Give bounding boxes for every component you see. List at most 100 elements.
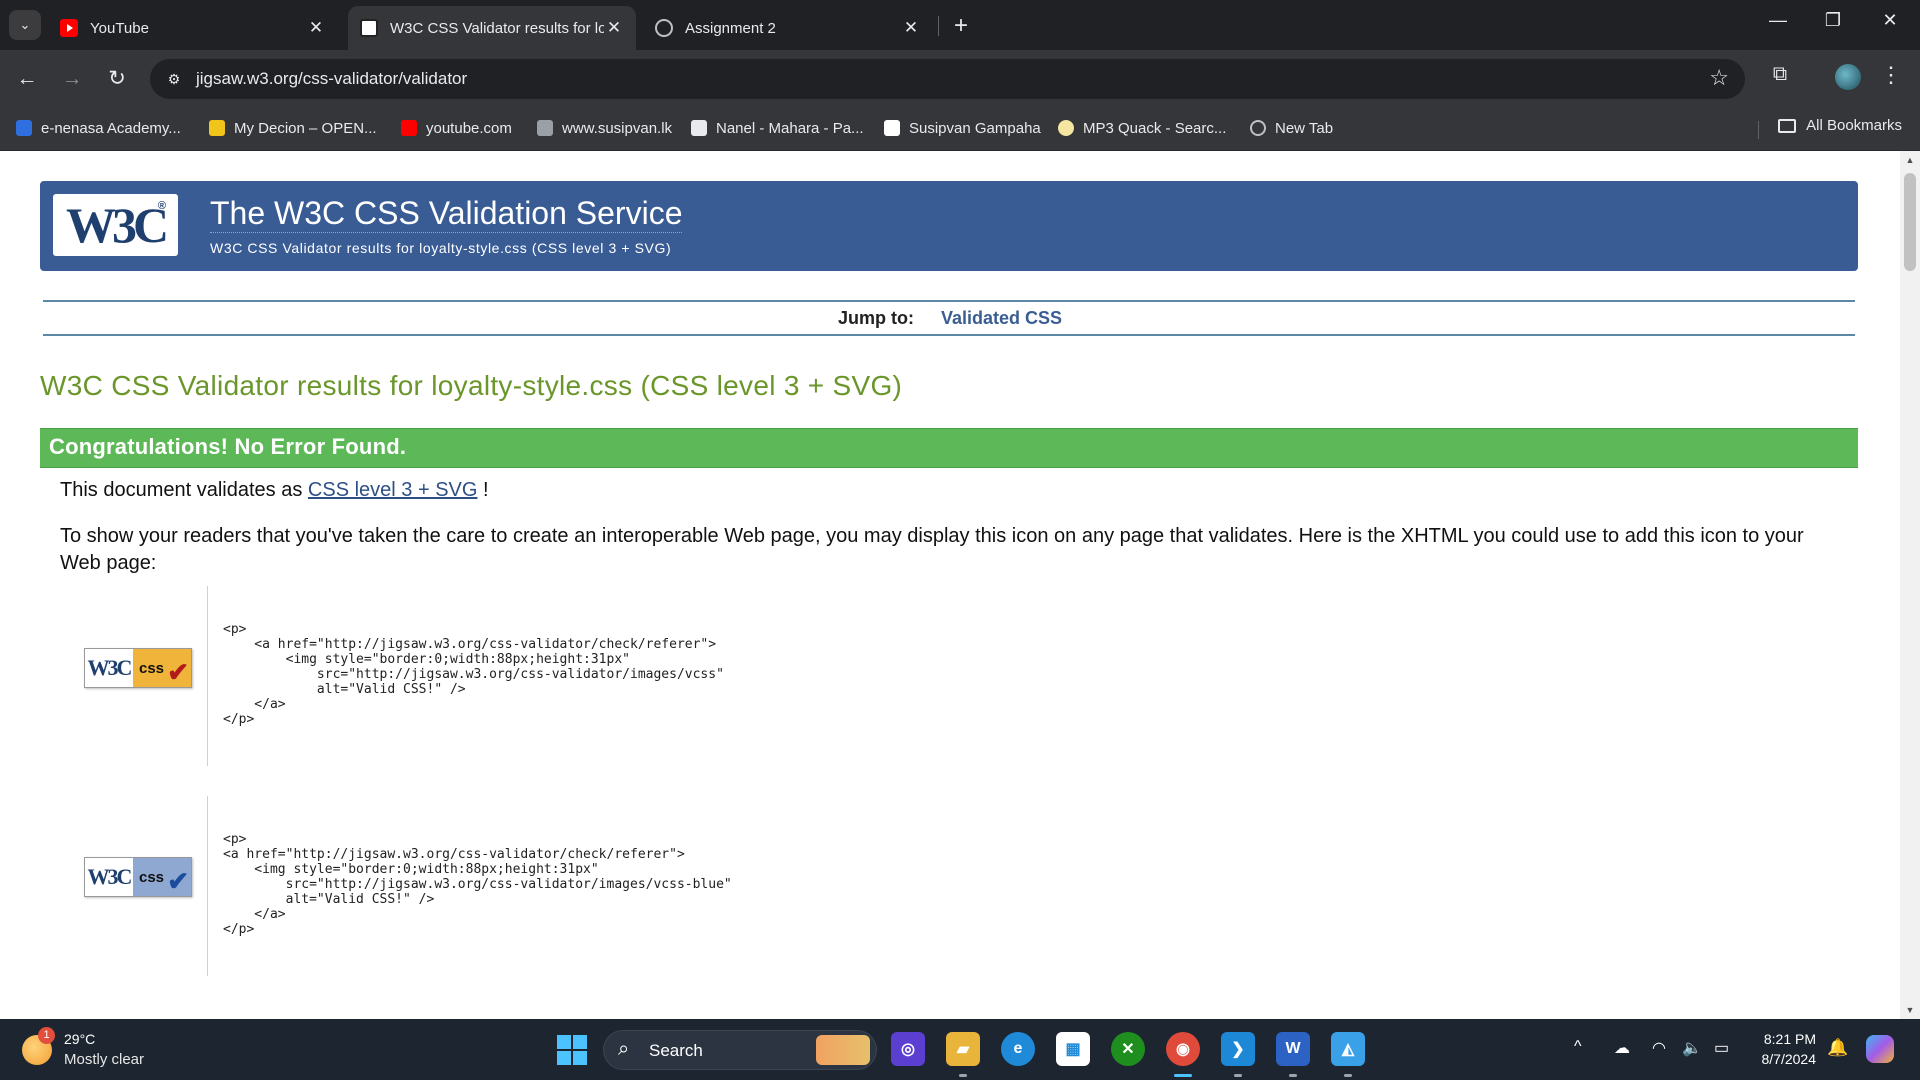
windows-start-icon[interactable] bbox=[557, 1035, 587, 1065]
search-icon: ⌕ bbox=[618, 1038, 630, 1060]
tab-assignment-2[interactable]: Assignment 2 ✕ bbox=[643, 6, 933, 50]
validates-suffix: ! bbox=[483, 479, 489, 501]
minimize-button[interactable]: — bbox=[1758, 10, 1798, 31]
tab-w3c-validator[interactable]: W3C CSS Validator results for lo ✕ bbox=[348, 6, 636, 50]
scroll-up-arrow-icon[interactable]: ▲ bbox=[1900, 155, 1920, 165]
results-heading: W3C CSS Validator results for loyalty-st… bbox=[40, 370, 903, 401]
new-tab-button[interactable]: + bbox=[948, 12, 974, 40]
close-tab-icon[interactable]: ✕ bbox=[604, 18, 624, 38]
tab-title: YouTube bbox=[90, 19, 149, 37]
badge-css-label: css bbox=[139, 868, 165, 886]
tab-separator bbox=[938, 16, 939, 36]
badge-snippet-gold: W3C css ✔ <p> <a href="http://jigsaw.w3.… bbox=[60, 586, 1840, 766]
globe-icon bbox=[655, 19, 673, 37]
folder-icon bbox=[1778, 118, 1797, 133]
w3c-logo[interactable]: W3C ® bbox=[53, 194, 178, 256]
tab-youtube[interactable]: YouTube ✕ bbox=[48, 6, 338, 50]
browser-toolbar: ← → ↻ ⚙ jigsaw.w3.org/css-validator/vali… bbox=[0, 50, 1920, 107]
chrome-menu-icon[interactable]: ⋮ bbox=[1880, 62, 1902, 88]
running-indicator bbox=[1344, 1074, 1352, 1077]
volume-muted-icon[interactable]: 🔈 bbox=[1682, 1038, 1702, 1058]
extensions-puzzle-icon[interactable]: ⧉ bbox=[1765, 63, 1795, 93]
back-button[interactable]: ← bbox=[12, 64, 42, 94]
bookmark-favicon-icon bbox=[691, 120, 707, 136]
browser-titlebar: ⌄ YouTube ✕ W3C CSS Validator results fo… bbox=[0, 0, 1920, 50]
edge-icon[interactable]: e bbox=[1001, 1032, 1035, 1066]
w3c-logo-text: W3C bbox=[65, 197, 169, 253]
taskbar-search-box[interactable]: ⌕ Search bbox=[603, 1030, 877, 1070]
bookmark-label: youtube.com bbox=[426, 119, 512, 137]
clock-date[interactable]: 8/7/2024 bbox=[1762, 1051, 1817, 1067]
bookmark-item[interactable]: New Tab bbox=[1250, 117, 1333, 139]
battery-icon[interactable]: ▭ bbox=[1714, 1038, 1729, 1058]
vscode-icon[interactable]: ❯ bbox=[1221, 1032, 1255, 1066]
copilot-icon[interactable] bbox=[1866, 1035, 1894, 1063]
notification-bell-icon[interactable]: 🔔 bbox=[1827, 1038, 1848, 1058]
wifi-icon[interactable]: ◠ bbox=[1652, 1038, 1666, 1058]
badge-css-label: css bbox=[139, 659, 165, 677]
validated-css-link[interactable]: Validated CSS bbox=[941, 308, 1062, 328]
forward-button[interactable]: → bbox=[57, 64, 87, 94]
onedrive-icon[interactable]: ☁ bbox=[1614, 1038, 1630, 1058]
page-viewport: W3C ® The W3C CSS Validation Service W3C… bbox=[0, 151, 1900, 1019]
word-icon[interactable]: W bbox=[1276, 1032, 1310, 1066]
bookmark-star-icon[interactable]: ☆ bbox=[1709, 65, 1729, 91]
divider bbox=[207, 586, 208, 766]
weather-notification-badge: 1 bbox=[38, 1027, 55, 1044]
bookmark-label: New Tab bbox=[1275, 119, 1334, 137]
tab-title: W3C CSS Validator results for lo bbox=[390, 19, 604, 37]
close-tab-icon[interactable]: ✕ bbox=[306, 18, 326, 38]
profile-avatar[interactable] bbox=[1835, 64, 1861, 90]
site-info-icon[interactable]: ⚙ bbox=[164, 69, 184, 89]
bookmark-item[interactable]: Susipvan Gampaha bbox=[884, 117, 1041, 139]
store-icon[interactable]: ▦ bbox=[1056, 1032, 1090, 1066]
bookmark-label: Nanel - Mahara - Pa... bbox=[716, 119, 864, 137]
tray-chevron-icon[interactable]: ^ bbox=[1574, 1038, 1582, 1056]
close-window-button[interactable]: ✕ bbox=[1870, 10, 1910, 31]
xbox-icon[interactable]: ✕ bbox=[1111, 1032, 1145, 1066]
chrome-icon[interactable]: ◉ bbox=[1166, 1032, 1200, 1066]
bookmark-label: e-nenasa Academy... bbox=[41, 119, 181, 137]
valid-css-badge-gold[interactable]: W3C css ✔ bbox=[84, 648, 192, 688]
reload-button[interactable]: ↻ bbox=[102, 64, 132, 94]
valid-css-badge-blue[interactable]: W3C css ✔ bbox=[84, 857, 192, 897]
page-title[interactable]: The W3C CSS Validation Service bbox=[210, 195, 683, 233]
bookmark-label: MP3 Quack - Searc... bbox=[1083, 119, 1227, 137]
url-text[interactable]: jigsaw.w3.org/css-validator/validator bbox=[196, 69, 467, 89]
page-subtitle: W3C CSS Validator results for loyalty-st… bbox=[210, 240, 672, 256]
jump-to-nav: Jump to: Validated CSS bbox=[0, 308, 1900, 329]
address-bar[interactable]: ⚙ jigsaw.w3.org/css-validator/validator … bbox=[150, 59, 1745, 99]
copilot-app-icon[interactable]: ◎ bbox=[891, 1032, 925, 1066]
bookmark-item[interactable]: youtube.com bbox=[401, 117, 512, 139]
css-level-link[interactable]: CSS level 3 + SVG bbox=[308, 479, 478, 501]
weather-temp[interactable]: 29°C bbox=[64, 1031, 95, 1047]
page-scrollbar[interactable]: ▲ ▼ bbox=[1900, 151, 1920, 1019]
bookmark-item[interactable]: Nanel - Mahara - Pa... bbox=[691, 117, 864, 139]
bookmark-label: www.susipvan.lk bbox=[562, 119, 673, 137]
all-bookmarks-button[interactable]: All Bookmarks bbox=[1778, 117, 1902, 134]
badge-snippet-blue: W3C css ✔ <p> <a href="http://jigsaw.w3.… bbox=[60, 796, 1840, 976]
checkmark-icon: ✔ bbox=[167, 657, 189, 687]
weather-desc[interactable]: Mostly clear bbox=[64, 1051, 144, 1068]
restore-button[interactable]: ❐ bbox=[1813, 10, 1853, 31]
scroll-down-arrow-icon[interactable]: ▼ bbox=[1900, 1005, 1920, 1015]
bookmark-item[interactable]: MP3 Quack - Searc... bbox=[1058, 117, 1226, 139]
bookmark-item[interactable]: My Decion – OPEN... bbox=[209, 117, 377, 139]
running-indicator bbox=[1289, 1074, 1297, 1077]
bookmark-favicon-icon bbox=[209, 120, 225, 136]
windows-taskbar: 1 29°C Mostly clear ⌕ Search ◎ ▰ e ▦ ✕ ◉… bbox=[0, 1019, 1920, 1080]
running-indicator bbox=[1234, 1074, 1242, 1077]
bookmark-item[interactable]: www.susipvan.lk bbox=[537, 117, 672, 139]
w3c-favicon-icon bbox=[360, 19, 378, 37]
success-banner: Congratulations! No Error Found. bbox=[40, 428, 1858, 468]
w3c-banner: W3C ® The W3C CSS Validation Service W3C… bbox=[40, 181, 1858, 271]
tab-search-chevron-icon[interactable]: ⌄ bbox=[9, 10, 41, 40]
photos-icon[interactable]: ◭ bbox=[1331, 1032, 1365, 1066]
bookmark-item[interactable]: e-nenasa Academy... bbox=[16, 117, 181, 139]
file-explorer-icon[interactable]: ▰ bbox=[946, 1032, 980, 1066]
clock-time[interactable]: 8:21 PM bbox=[1764, 1031, 1816, 1047]
checkmark-icon: ✔ bbox=[167, 866, 189, 896]
bookmark-favicon-icon bbox=[16, 120, 32, 136]
close-tab-icon[interactable]: ✕ bbox=[901, 18, 921, 38]
scroll-thumb[interactable] bbox=[1904, 173, 1916, 271]
